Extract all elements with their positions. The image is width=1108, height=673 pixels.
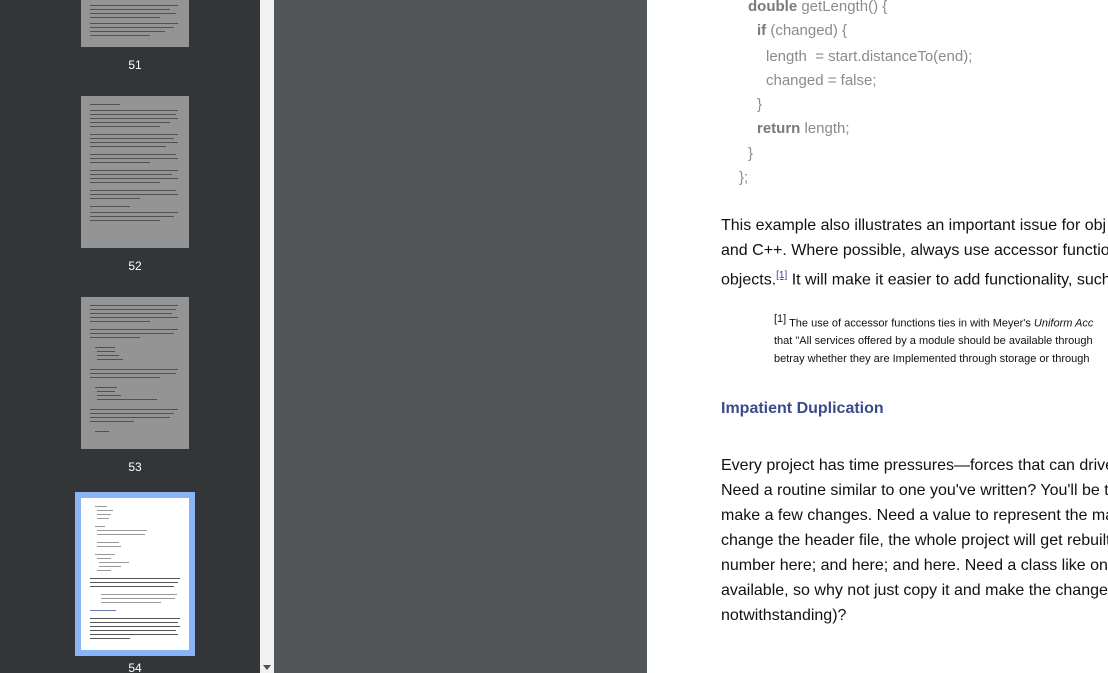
footnote-reference-link[interactable]: [1] xyxy=(776,270,787,281)
thumbnail-number: 52 xyxy=(128,259,142,273)
code-line: changed = false; xyxy=(766,72,877,89)
body-paragraph: This example also illustrates an importa… xyxy=(721,217,1108,289)
thumbnail-number: 54 xyxy=(128,661,142,673)
scroll-down-arrow-icon[interactable] xyxy=(263,665,271,670)
footnote: [1] The use of accessor functions ties i… xyxy=(774,313,1094,365)
code-line: } xyxy=(757,96,763,113)
thumbnail-page-52[interactable] xyxy=(81,96,189,248)
sidebar-scrollbar[interactable] xyxy=(260,0,274,673)
viewer-background xyxy=(274,0,647,673)
thumbnail-number: 51 xyxy=(128,58,142,72)
code-line: if (changed) { xyxy=(757,22,848,39)
thumbnail-number: 53 xyxy=(128,460,142,474)
body-paragraph: Every project has time pressures—forces … xyxy=(721,457,1108,624)
footnote-marker: [1] xyxy=(774,313,787,325)
thumbnail-page-51[interactable] xyxy=(81,0,189,47)
thumbnail-page-54-selected[interactable] xyxy=(75,492,195,656)
code-line: return length; xyxy=(757,120,850,137)
code-line: } xyxy=(748,145,754,162)
code-line: double getLength() { xyxy=(748,0,888,15)
thumbnail-page-53[interactable] xyxy=(81,297,189,449)
code-line: }; xyxy=(739,169,749,186)
document-page: double getLength() { if (changed) { leng… xyxy=(647,0,1108,673)
section-heading: Impatient Duplication xyxy=(721,400,884,417)
code-line: length = start.distanceTo(end); xyxy=(766,48,973,65)
thumbnail-sidebar: 51 52 53 54 xyxy=(0,0,260,673)
